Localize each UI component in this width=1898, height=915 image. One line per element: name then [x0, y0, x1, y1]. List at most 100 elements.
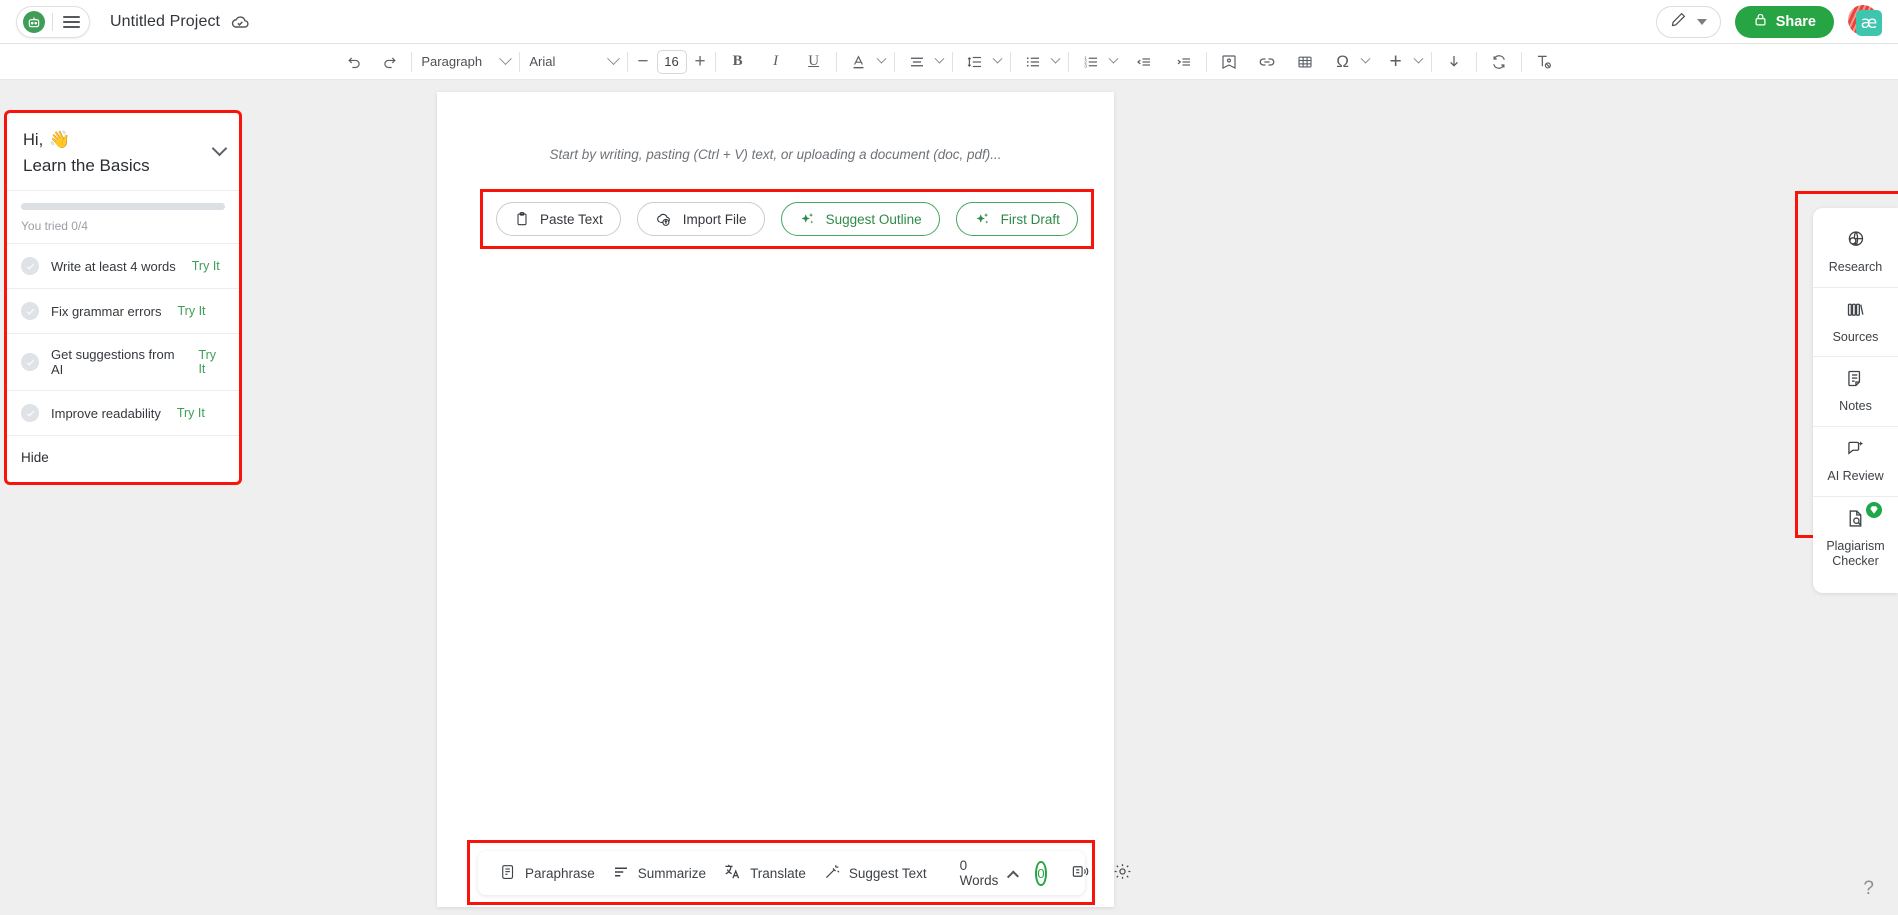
try-it-link[interactable]: Try It [177, 406, 205, 420]
bold-button[interactable]: B [725, 49, 751, 75]
paraphrase-button[interactable]: Paraphrase [494, 859, 600, 888]
word-count-button[interactable]: 0 Words [960, 858, 1017, 888]
suggest-text-button[interactable]: Suggest Text [818, 859, 932, 888]
suggest-outline-label: Suggest Outline [826, 212, 922, 227]
first-draft-button[interactable]: First Draft [956, 202, 1078, 236]
special-character-button[interactable]: Ω [1330, 49, 1356, 75]
text-color-button[interactable] [846, 49, 872, 75]
rail-item-label: Notes [1839, 399, 1872, 415]
undo-icon[interactable] [341, 49, 367, 75]
help-button[interactable]: ? [1863, 878, 1874, 900]
chevron-down-icon[interactable] [1108, 54, 1118, 64]
read-aloud-icon [1071, 862, 1090, 884]
import-file-label: Import File [683, 212, 747, 227]
learn-basics-item-ai-suggestions[interactable]: Get suggestions from AI Try It [7, 333, 239, 390]
italic-button[interactable]: I [763, 49, 789, 75]
settings-button[interactable] [1108, 858, 1137, 888]
translate-button[interactable]: Translate [718, 858, 811, 888]
avatar[interactable]: æ [1848, 5, 1882, 39]
translate-icon [723, 862, 742, 884]
paraphrase-label: Paraphrase [525, 866, 595, 881]
bullet-list-icon[interactable] [1020, 49, 1046, 75]
toolbar-divider [1476, 52, 1477, 72]
page-title[interactable]: Untitled Project [110, 13, 220, 31]
insert-table-icon[interactable] [1292, 49, 1318, 75]
logo-divider [52, 13, 53, 31]
rail-item-sources[interactable]: Sources [1813, 287, 1898, 357]
chevron-down-icon[interactable] [1050, 54, 1060, 64]
learn-basics-item-write-words[interactable]: Write at least 4 words Try It [7, 243, 239, 288]
rail-item-ai-review[interactable]: AI Review [1813, 426, 1898, 496]
toolbar-divider [952, 52, 953, 72]
font-size-input[interactable]: 16 [657, 50, 687, 74]
clear-formatting-icon[interactable] [1531, 49, 1557, 75]
toolbar-divider [411, 52, 412, 72]
chevron-down-icon[interactable] [608, 52, 621, 65]
summarize-button[interactable]: Summarize [607, 859, 711, 888]
share-button[interactable]: Share [1735, 6, 1834, 38]
suggest-text-label: Suggest Text [849, 866, 927, 881]
score-badge[interactable]: 0 [1035, 861, 1046, 886]
editing-mode-button[interactable] [1656, 6, 1721, 38]
toolbar-divider [715, 52, 716, 72]
paste-text-button[interactable]: Paste Text [496, 202, 621, 236]
try-it-link[interactable]: Try It [192, 259, 220, 273]
download-icon[interactable] [1441, 49, 1467, 75]
align-icon[interactable] [904, 49, 930, 75]
font-family-value: Arial [529, 54, 555, 69]
avatar-initials: æ [1856, 10, 1882, 36]
rail-item-research[interactable]: Research [1813, 218, 1898, 287]
editor-placeholder: Start by writing, pasting (Ctrl + V) tex… [437, 147, 1114, 162]
chevron-down-icon[interactable] [992, 54, 1002, 64]
rail-item-notes[interactable]: Notes [1813, 356, 1898, 426]
books-icon [1845, 299, 1866, 325]
chevron-down-icon[interactable] [876, 54, 886, 64]
learn-basics-title: Learn the Basics [23, 156, 223, 176]
learn-basics-item-label: Get suggestions from AI [51, 347, 182, 377]
toolbar-divider [627, 52, 628, 72]
read-aloud-button[interactable] [1066, 858, 1095, 888]
chevron-down-icon[interactable] [1360, 54, 1370, 64]
hide-panel-button[interactable]: Hide [7, 435, 239, 482]
line-spacing-icon[interactable] [962, 49, 988, 75]
gear-icon [1113, 862, 1132, 884]
insert-link-icon[interactable] [1254, 49, 1280, 75]
rail-item-plagiarism-checker[interactable]: Plagiarism Checker [1813, 496, 1898, 581]
check-circle-icon [21, 353, 39, 371]
starter-actions-row: Paste Text Import File [483, 192, 1091, 246]
logo-menu-group[interactable] [16, 6, 90, 38]
chevron-down-icon[interactable] [500, 52, 513, 65]
insert-image-icon[interactable] [1216, 49, 1242, 75]
learn-basics-item-label: Improve readability [51, 406, 161, 421]
learn-basics-panel: Hi, 👋 Learn the Basics You tried 0/4 Wri… [7, 113, 239, 482]
notes-icon [1845, 368, 1866, 394]
robot-logo-icon[interactable] [23, 11, 45, 33]
insert-more-button[interactable]: + [1383, 49, 1409, 75]
pencil-edit-icon [1670, 11, 1687, 33]
outdent-icon[interactable] [1131, 49, 1157, 75]
redo-icon[interactable] [376, 49, 402, 75]
chevron-down-icon[interactable] [934, 54, 944, 64]
numbered-list-icon[interactable]: 1 2 3 [1078, 49, 1104, 75]
font-size-decrease-button[interactable]: − [637, 52, 648, 71]
import-file-button[interactable]: Import File [637, 202, 765, 236]
svg-text:3: 3 [1084, 63, 1087, 69]
hamburger-menu-icon[interactable] [60, 16, 83, 28]
toolbar-divider [1068, 52, 1069, 72]
underline-button[interactable]: U [801, 49, 827, 75]
paragraph-style-select[interactable]: Paragraph [421, 49, 501, 75]
toolbar-divider [1206, 52, 1207, 72]
try-it-link[interactable]: Try It [198, 348, 225, 376]
font-size-increase-button[interactable]: + [695, 52, 706, 71]
learn-basics-item-readability[interactable]: Improve readability Try It [7, 390, 239, 435]
sync-icon[interactable] [1486, 49, 1512, 75]
sparkle-icon [974, 211, 991, 228]
indent-icon[interactable] [1171, 49, 1197, 75]
try-it-link[interactable]: Try It [178, 304, 206, 318]
document-canvas[interactable]: Start by writing, pasting (Ctrl + V) tex… [437, 92, 1114, 907]
learn-basics-item-fix-grammar[interactable]: Fix grammar errors Try It [7, 288, 239, 333]
font-family-select[interactable]: Arial [529, 49, 609, 75]
suggest-outline-button[interactable]: Suggest Outline [781, 202, 940, 236]
chevron-down-icon[interactable] [1413, 54, 1423, 64]
top-bar: Untitled Project [0, 0, 1898, 44]
